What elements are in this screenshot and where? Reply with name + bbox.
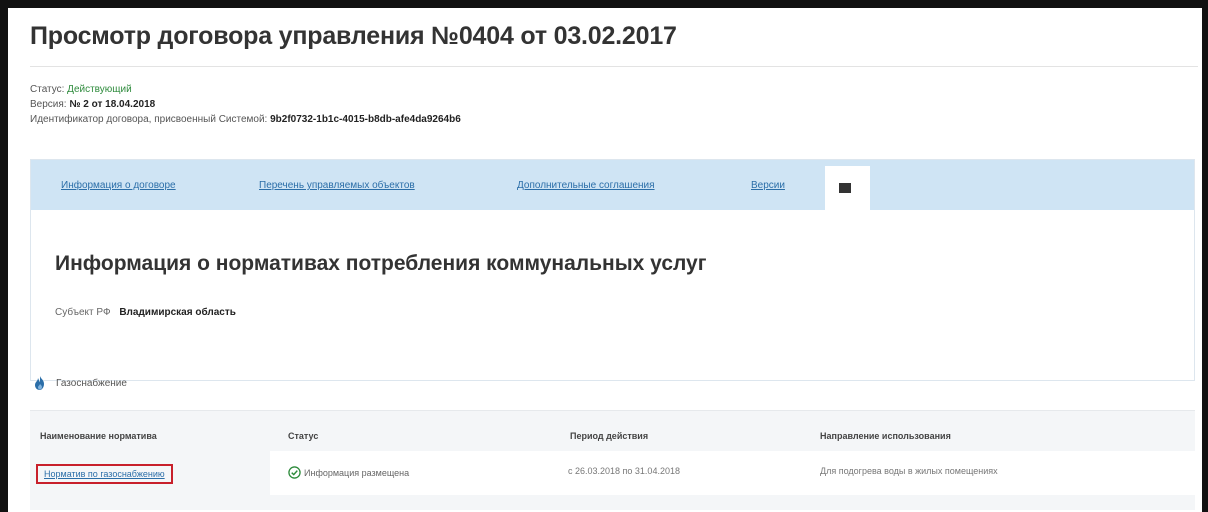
column-header-period: Период действия: [570, 431, 649, 441]
row-usage: Для подогрева воды в жилых помещениях: [820, 466, 998, 476]
frame-border-top: [0, 0, 1208, 8]
subject-line: Субъект РФ Владимирская область: [55, 307, 236, 318]
contract-id-value: 9b2f0732-1b1c-4015-b8db-afe4da9264b6: [270, 114, 461, 125]
service-name: Газоснабжение: [56, 377, 127, 389]
frame-border-right: [1202, 0, 1208, 512]
column-header-status: Статус: [288, 431, 319, 441]
tabs-bar: Информация о договоре Перечень управляем…: [31, 160, 1194, 210]
frame-border-left: [0, 0, 8, 512]
version-label: Версия:: [30, 99, 67, 110]
tab-active-menu[interactable]: [825, 166, 870, 210]
subject-value: Владимирская область: [119, 307, 236, 318]
contract-id-label: Идентификатор договора, присвоенный Сист…: [30, 114, 268, 125]
version-line: Версия: № 2 от 18.04.2018: [30, 99, 155, 110]
column-header-usage: Направление использования: [820, 431, 951, 441]
table-row-card: Информация размещена с 26.03.2018 по 31.…: [270, 451, 1195, 495]
contract-id-line: Идентификатор договора, присвоенный Сист…: [30, 114, 461, 125]
row-period: с 26.03.2018 по 31.04.2018: [568, 466, 680, 476]
title-divider: [30, 66, 1198, 67]
tab-additional-agreements[interactable]: Дополнительные соглашения: [517, 180, 655, 191]
tabs-panel: Информация о договоре Перечень управляем…: [30, 159, 1195, 381]
tab-versions[interactable]: Версии: [751, 180, 785, 191]
menu-icon: [839, 183, 851, 193]
table-row: Норматив по газоснабжению: [30, 451, 270, 495]
norms-table: Наименование норматива Статус Период дей…: [30, 410, 1195, 510]
norm-name-link[interactable]: Норматив по газоснабжению: [36, 464, 173, 484]
section-title: Информация о нормативах потребления комм…: [55, 252, 707, 275]
status-line: Статус: Действующий: [30, 84, 132, 95]
tab-contract-info[interactable]: Информация о договоре: [61, 180, 176, 191]
column-header-name: Наименование норматива: [40, 431, 157, 441]
check-circle-icon: [288, 466, 301, 479]
subject-label: Субъект РФ: [55, 307, 111, 318]
status-label: Статус:: [30, 84, 65, 95]
row-status-text: Информация размещена: [304, 467, 410, 478]
screenshot-frame: Просмотр договора управления №0404 от 03…: [0, 0, 1208, 512]
flame-icon: [35, 376, 44, 390]
row-status: Информация размещена: [288, 466, 409, 479]
version-value: № 2 от 18.04.2018: [69, 99, 156, 110]
service-header: Газоснабжение: [32, 375, 127, 391]
tab-managed-objects[interactable]: Перечень управляемых объектов: [259, 180, 415, 191]
page-title: Просмотр договора управления №0404 от 03…: [30, 22, 677, 50]
status-value: Действующий: [67, 84, 132, 95]
